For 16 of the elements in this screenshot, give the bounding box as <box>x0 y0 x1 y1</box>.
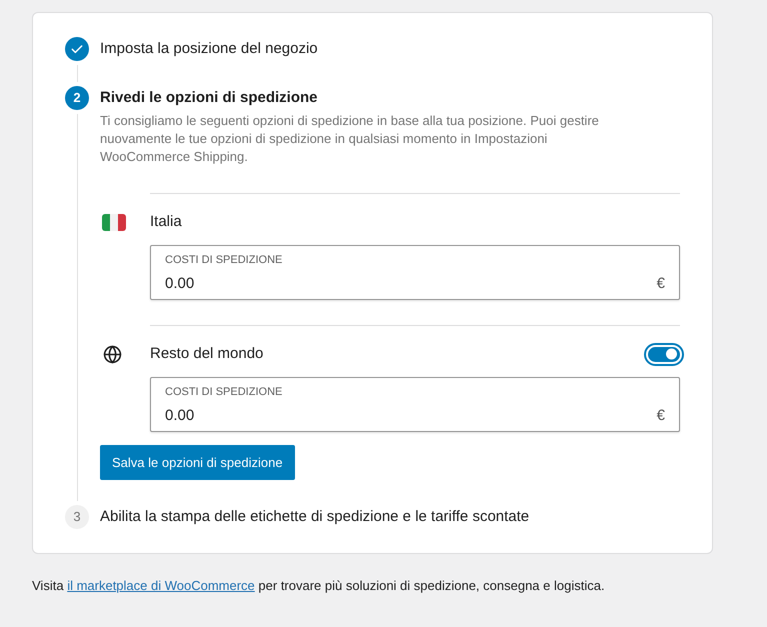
step-number: 3 <box>65 505 89 529</box>
step-title: Rivedi le opzioni di spedizione <box>100 88 319 108</box>
globe-icon <box>103 344 122 364</box>
step-title: Abilita la stampa delle etichette di spedizione e le tariffe scontate <box>100 507 530 527</box>
step-description: Ti consigliamo le seguenti opzioni di spedizione in base alla tua posizione. Puoi gestire nuovamente le tue opzioni di spedizione in qualsiasi momento in Impostazioni WooCommerce Shipping. <box>100 112 600 166</box>
step-number: 2 <box>65 86 89 110</box>
step-title: Imposta la posizione del negozio <box>100 39 319 59</box>
footer-text: Visita il marketplace di WooCommerce per trovare più soluzioni di spedizione, consegna e logistica. <box>32 577 606 595</box>
shipping-cost-field[interactable]: COSTI DI SPEDIZIONE 0.00 € <box>150 377 680 432</box>
toggle-switch[interactable] <box>644 342 684 366</box>
shipping-cost-field[interactable]: COSTI DI SPEDIZIONE 0.00 € <box>150 245 680 300</box>
marketplace-link[interactable]: il marketplace di WooCommerce <box>67 578 255 593</box>
flag-icon <box>102 214 126 230</box>
zone-name: Resto del mondo <box>150 344 264 364</box>
save-button[interactable]: Salva le opzioni di spedizione <box>100 445 295 480</box>
zone-name: Italia <box>150 212 182 232</box>
